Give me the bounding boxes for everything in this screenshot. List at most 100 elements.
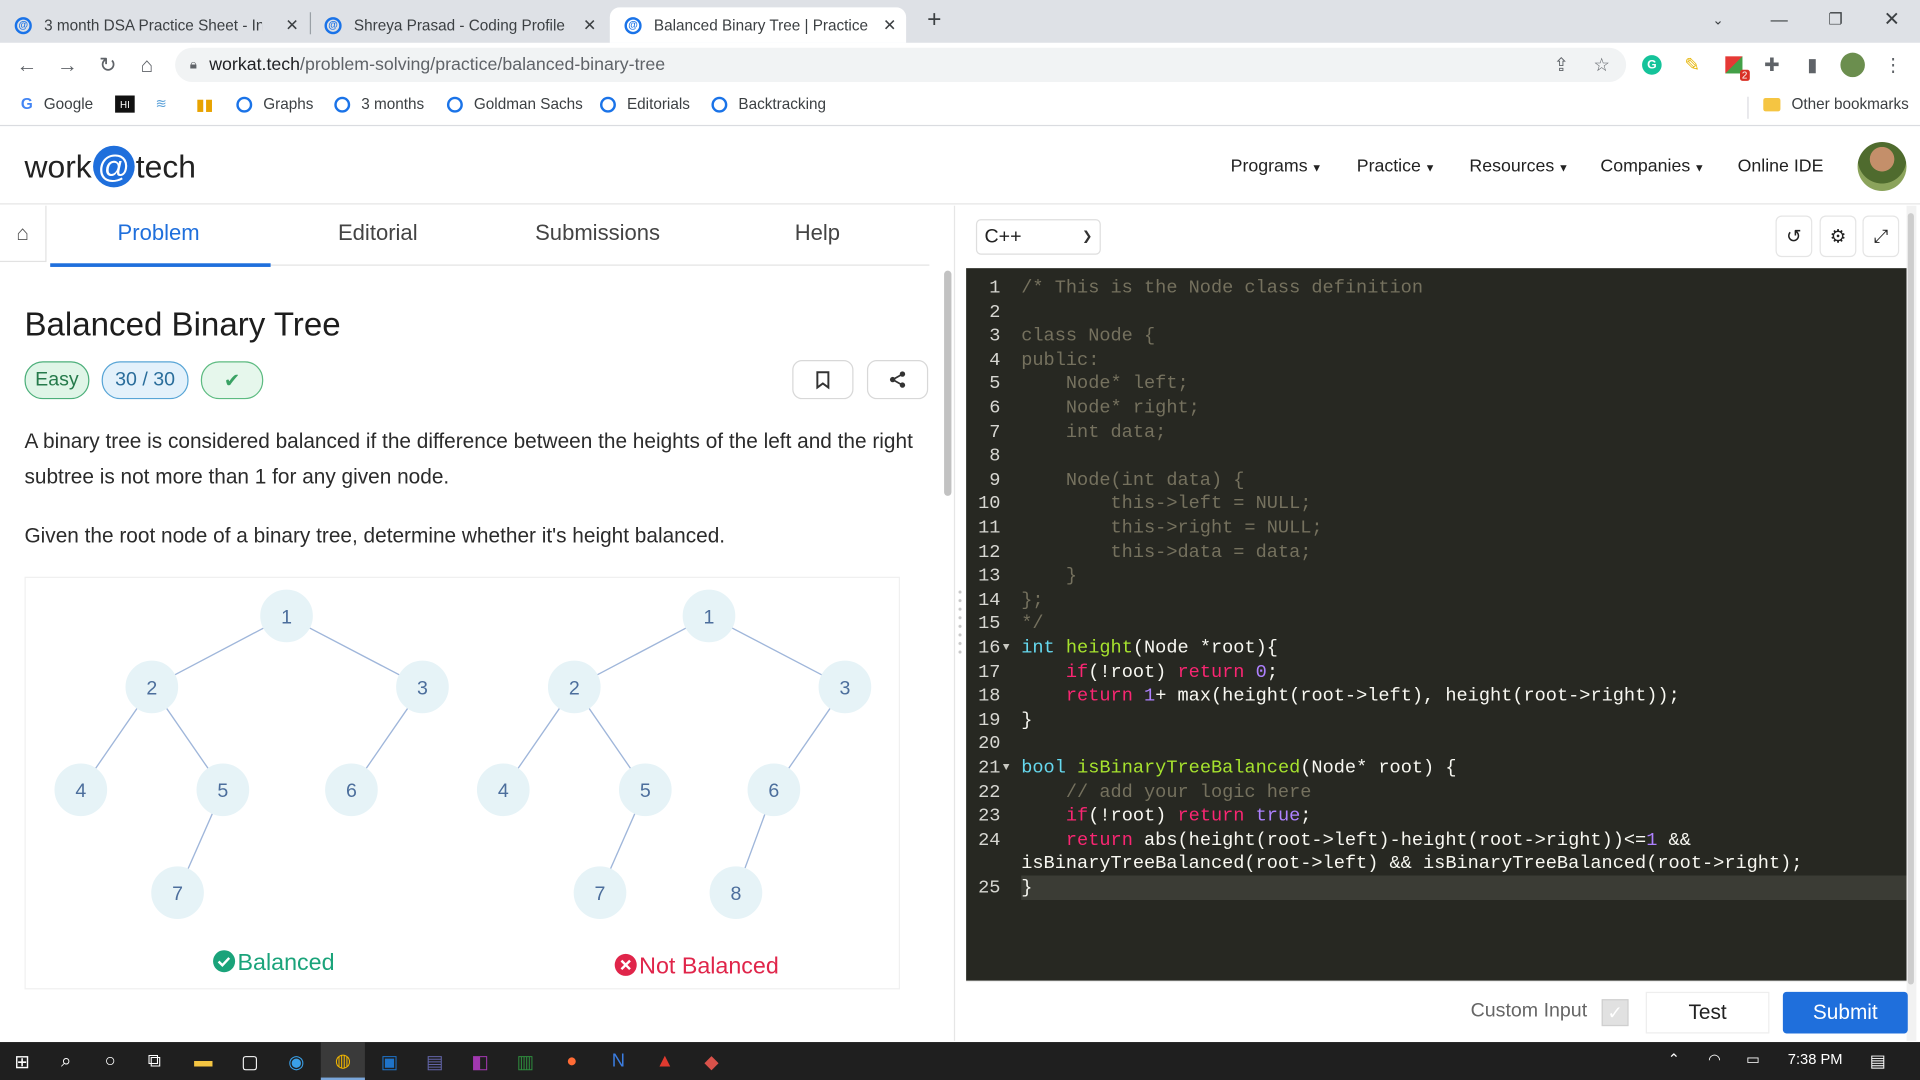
bookmark-google[interactable]: G Google: [21, 96, 93, 113]
nav-resources[interactable]: Resources ▼: [1469, 157, 1568, 177]
code-line: 20: [966, 733, 1906, 757]
cortana-icon[interactable]: ○: [88, 1042, 132, 1080]
acrobat-icon[interactable]: ▲: [643, 1042, 687, 1080]
bookmark-wave[interactable]: ≋: [156, 96, 167, 112]
code-editor[interactable]: 1/* This is the Node class definition 2 …: [966, 268, 1907, 981]
tab-submissions[interactable]: Submissions: [535, 220, 660, 246]
spreadsheet-icon[interactable]: ▥: [503, 1042, 547, 1080]
home-icon[interactable]: ⌂: [133, 53, 160, 80]
tab-search-icon[interactable]: ⌄: [1690, 0, 1746, 39]
restore-icon[interactable]: ❐: [1807, 0, 1863, 39]
node-label: 2: [569, 677, 580, 699]
nav-companies[interactable]: Companies ▼: [1600, 157, 1704, 177]
extensions-puzzle-icon[interactable]: ✚: [1760, 53, 1784, 77]
code-line: 8: [966, 445, 1906, 469]
tab-problem[interactable]: Problem: [118, 220, 200, 246]
nav-online-ide[interactable]: Online IDE: [1738, 157, 1824, 177]
bookmark-editorials[interactable]: Editorials: [600, 96, 690, 113]
bookmark-goldman-sachs[interactable]: Goldman Sachs: [446, 96, 583, 113]
close-window-icon[interactable]: ✕: [1864, 0, 1920, 39]
editor-panel-scrollbar[interactable]: [1906, 205, 1917, 1041]
test-button[interactable]: Test: [1645, 991, 1770, 1034]
node-label: 3: [839, 677, 850, 699]
language-select[interactable]: C++ ❯: [975, 219, 1101, 255]
settings-gear-icon[interactable]: ⚙: [1819, 215, 1857, 258]
extension-with-badge-icon[interactable]: 2: [1722, 53, 1750, 81]
chrome-browser-icon[interactable]: ◍: [320, 1042, 365, 1080]
edge-browser-icon[interactable]: ◉: [274, 1042, 318, 1080]
onenote-icon[interactable]: ◧: [458, 1042, 502, 1080]
bookmark-label: 3 months: [361, 95, 425, 113]
fold-arrow-icon[interactable]: ▼: [1003, 757, 1010, 781]
browser-tab-active[interactable]: @ Balanced Binary Tree | Practice Pr ✕: [609, 7, 907, 43]
grammarly-extension-icon[interactable]: G: [1640, 53, 1664, 77]
close-tab-icon[interactable]: ✕: [883, 15, 896, 35]
task-view-icon[interactable]: ⧉: [132, 1042, 176, 1080]
browser-menu-icon[interactable]: ⋮: [1881, 53, 1905, 77]
code-text: this->data = data;: [1021, 540, 1312, 563]
new-tab-icon[interactable]: +: [907, 0, 961, 39]
code-line: 17 if(!root) return 0;: [966, 661, 1906, 685]
bookmark-backtracking[interactable]: Backtracking: [711, 96, 826, 113]
side-panel-icon[interactable]: ▮: [1800, 53, 1824, 77]
show-hidden-icons[interactable]: ⌃: [1668, 1051, 1680, 1068]
home-button-icon[interactable]: ⌂: [0, 205, 47, 263]
browser-tab[interactable]: @ 3 month DSA Practice Sheet - Int ✕: [14, 7, 309, 43]
share-button[interactable]: [866, 360, 929, 400]
reload-icon[interactable]: ↻: [94, 53, 121, 80]
tab-editorial[interactable]: Editorial: [338, 220, 418, 246]
back-icon[interactable]: ←: [13, 53, 40, 80]
battery-icon[interactable]: ▭: [1746, 1051, 1760, 1068]
code-line: 2: [966, 301, 1906, 325]
forward-icon[interactable]: →: [54, 53, 81, 80]
teams-icon[interactable]: ▤: [413, 1042, 457, 1080]
hackerrank-icon: HI: [115, 95, 135, 113]
reset-code-icon[interactable]: ↺: [1775, 215, 1813, 258]
address-bar[interactable]: 🔒︎ workat.tech/problem-solving/practice/…: [175, 47, 1627, 83]
panel-resize-handle[interactable]: [957, 587, 963, 657]
bookmark-chart[interactable]: ▮▮: [196, 96, 214, 116]
bookmark-graphs[interactable]: Graphs: [236, 96, 313, 113]
other-bookmarks[interactable]: Other bookmarks: [1763, 96, 1909, 113]
workattech-icon: [334, 96, 351, 113]
wifi-icon[interactable]: ◠: [1708, 1051, 1721, 1068]
bookmark-button[interactable]: [792, 360, 854, 400]
clock-time[interactable]: 7:38 PM: [1788, 1051, 1843, 1068]
windows-taskbar: ⊞ ⌕ ○ ⧉ ▬ ▢ ◉ ◍ ▣ ▤ ◧ ▥ ● N ▲ ◆ ⌃ ◠ ▭ 7:…: [0, 1042, 1920, 1080]
bookmark-3-months[interactable]: 3 months: [334, 96, 424, 113]
line-number: 18: [978, 684, 1001, 707]
windows-start-icon[interactable]: ⊞: [0, 1042, 44, 1080]
user-avatar[interactable]: [1857, 142, 1907, 192]
app-icon[interactable]: ◆: [689, 1042, 733, 1080]
site-logo[interactable]: work @ tech: [24, 145, 196, 188]
nav-programs[interactable]: Programs ▼: [1231, 157, 1323, 177]
submit-button[interactable]: Submit: [1782, 991, 1908, 1034]
fullscreen-expand-icon[interactable]: ⤢: [1862, 215, 1900, 258]
chat-icon[interactable]: ▢: [228, 1042, 272, 1080]
minimize-icon[interactable]: —: [1751, 0, 1807, 39]
file-explorer-icon[interactable]: ▬: [181, 1042, 225, 1080]
notifications-icon[interactable]: ▤: [1870, 1051, 1886, 1072]
highlighter-extension-icon[interactable]: ✎: [1680, 53, 1704, 77]
trees-diagram: 1 2 3 4 5 6 7 1 2 3 4 5 6 7 8 Balanced N…: [54, 589, 872, 978]
search-icon[interactable]: ⌕: [44, 1042, 88, 1080]
close-tab-icon[interactable]: ✕: [583, 15, 596, 35]
nav-practice[interactable]: Practice ▼: [1357, 157, 1436, 177]
browser-tab[interactable]: @ Shreya Prasad - Coding Profile ✕: [312, 7, 606, 43]
postman-icon[interactable]: ●: [550, 1042, 594, 1080]
line-number: 13: [978, 564, 1001, 587]
share-page-icon[interactable]: ⇪: [1549, 53, 1573, 77]
check-circle-icon: [213, 950, 236, 973]
close-tab-icon[interactable]: ✕: [285, 15, 298, 35]
problem-scrollbar[interactable]: [944, 270, 952, 496]
notion-icon[interactable]: N: [596, 1042, 640, 1080]
bookmark-hackerrank[interactable]: HI: [115, 95, 135, 113]
custom-input-checkbox[interactable]: ✓: [1601, 999, 1629, 1027]
tab-help[interactable]: Help: [795, 220, 840, 246]
profile-avatar-icon[interactable]: [1840, 52, 1865, 78]
scrollbar-thumb[interactable]: [1907, 213, 1914, 985]
outlook-icon[interactable]: ▣: [367, 1042, 411, 1080]
fold-arrow-icon[interactable]: ▼: [1003, 637, 1010, 661]
bookmark-star-icon[interactable]: ☆: [1589, 53, 1613, 77]
code-text: this->left = NULL;: [1021, 492, 1312, 515]
